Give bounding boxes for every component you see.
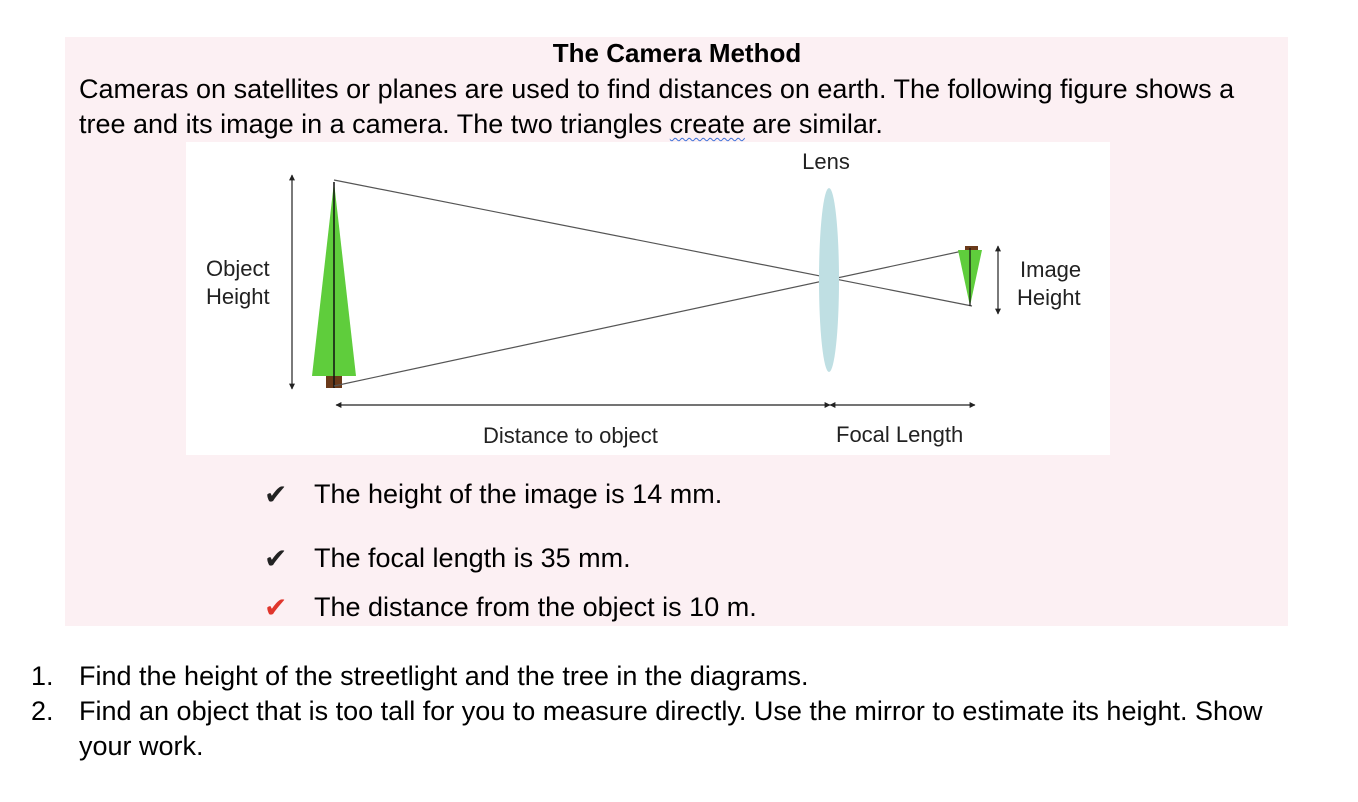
spellcheck-flagged-word[interactable]: create bbox=[670, 109, 745, 139]
checkmark-icon: ✔ bbox=[264, 478, 288, 510]
question-number: 2. bbox=[31, 696, 54, 726]
image-height-label-line1: Image bbox=[1020, 257, 1081, 282]
list-item-text: The distance from the object is 10 m. bbox=[314, 591, 757, 622]
question-text: Find the height of the streetlight and t… bbox=[79, 661, 809, 691]
list-item-text: The height of the image is 14 mm. bbox=[314, 478, 723, 509]
checkmark-icon: ✔ bbox=[264, 591, 288, 623]
checkmark-icon: ✔ bbox=[264, 542, 288, 574]
question-list: 1. Find the height of the streetlight an… bbox=[0, 659, 1300, 764]
intro-text-after: are similar. bbox=[744, 109, 883, 139]
image-height-label-line2: Height bbox=[1017, 285, 1081, 310]
list-item: ✔ The focal length is 35 mm. bbox=[264, 538, 631, 578]
ray-top bbox=[333, 179, 973, 307]
list-item: ✔ The distance from the object is 10 m. bbox=[264, 587, 757, 627]
camera-diagram-svg: Lens Object Height Image Height Distance… bbox=[206, 149, 1081, 448]
question-item: 1. Find the height of the streetlight an… bbox=[0, 659, 1300, 694]
ray-bottom bbox=[333, 248, 973, 387]
question-text: Find an object that is too tall for you … bbox=[79, 696, 1263, 761]
list-item-text: The focal length is 35 mm. bbox=[314, 542, 631, 573]
camera-diagram: Lens Object Height Image Height Distance… bbox=[186, 142, 1110, 455]
object-height-label-line2: Height bbox=[206, 284, 270, 309]
distance-label: Distance to object bbox=[483, 423, 658, 448]
lens-label: Lens bbox=[802, 149, 850, 174]
object-height-label-line1: Object bbox=[206, 256, 270, 281]
page-title: The Camera Method bbox=[552, 38, 802, 68]
lens-icon bbox=[819, 188, 839, 372]
intro-paragraph: Cameras on satellites or planes are used… bbox=[79, 72, 1279, 142]
question-number: 1. bbox=[31, 661, 54, 691]
list-item: ✔ The height of the image is 14 mm. bbox=[264, 474, 722, 514]
intro-text-before: Cameras on satellites or planes are used… bbox=[79, 74, 1235, 139]
focal-length-label: Focal Length bbox=[836, 422, 963, 447]
question-item: 2. Find an object that is too tall for y… bbox=[0, 694, 1300, 764]
